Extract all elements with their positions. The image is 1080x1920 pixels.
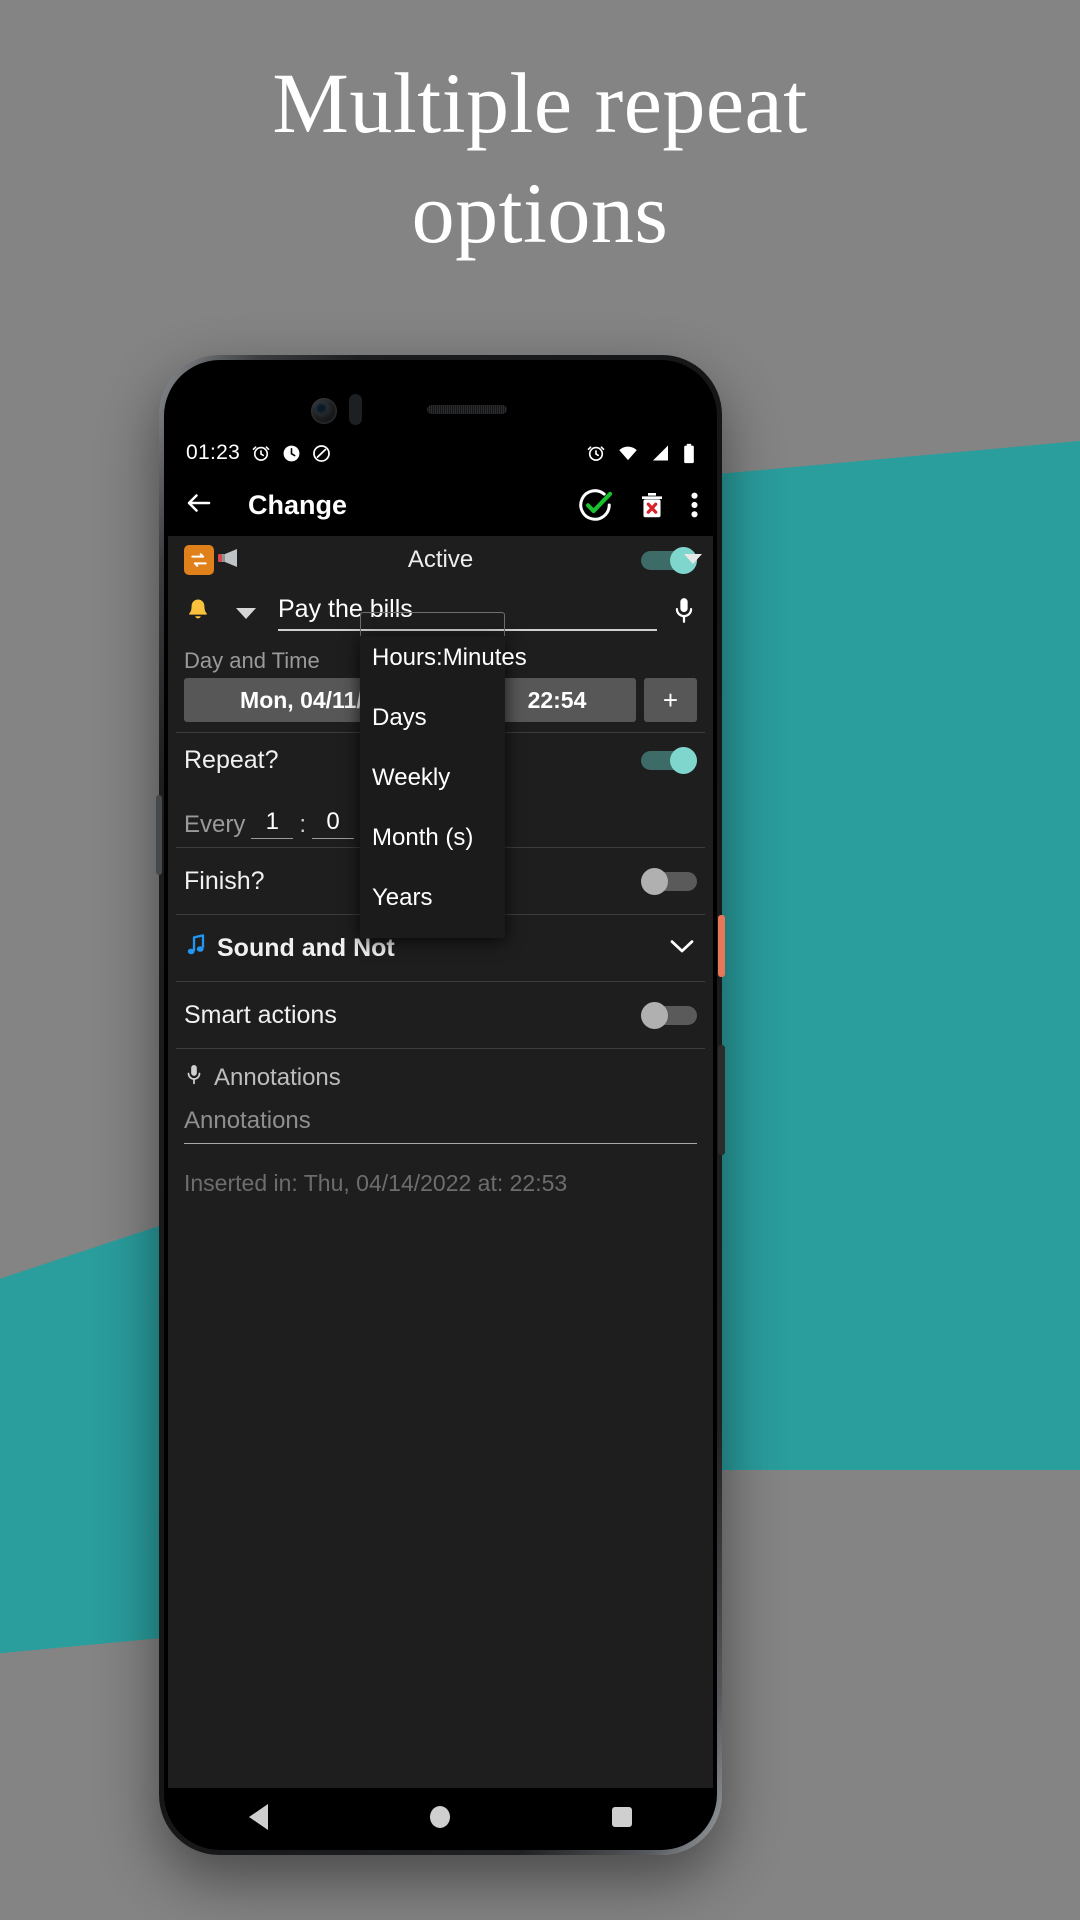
proximity-sensor-icon [349,394,362,425]
clock-icon [282,444,301,463]
battery-icon [682,443,696,464]
do-not-disturb-icon [312,444,331,463]
front-camera-lens-dot [316,403,327,414]
chevron-down-icon[interactable] [667,936,697,961]
inserted-timestamp: Inserted in: Thu, 04/14/2022 at: 22:53 [184,1170,568,1196]
dropdown-option-hours-minutes[interactable]: Hours:Minutes [360,640,527,688]
status-bar: 01:23 [168,432,713,474]
earpiece-speaker-icon [427,405,507,414]
smart-actions-label: Smart actions [184,1000,337,1029]
signal-icon [650,443,671,463]
microphone-icon[interactable] [184,1063,204,1094]
repeat-hours-input[interactable]: 1 [251,808,294,839]
android-navigation-bar [168,1788,713,1846]
smart-actions-row[interactable]: Smart actions [168,982,713,1048]
caret-down-icon [684,554,702,564]
repeat-unit-dropdown-menu[interactable]: Hours:Minutes Days Weekly Month (s) Year… [360,636,527,938]
annotations-input[interactable]: Annotations [184,1107,697,1144]
music-note-icon [184,932,208,965]
headline-line-2: options [411,165,669,262]
active-row: Active [168,536,713,584]
promo-headline: Multiple repeat options [0,48,1080,268]
finish-toggle[interactable] [641,868,697,895]
confirm-check-icon[interactable] [576,486,614,524]
finish-label: Finish? [184,866,265,895]
left-side-button[interactable] [156,795,162,875]
smart-actions-toggle[interactable] [641,1002,697,1029]
phone-mockup: 01:23 Change Active Pay the bills Day an… [156,355,725,1855]
status-bar-clock: 01:23 [186,441,241,464]
alarm-icon [251,443,271,463]
headline-line-1: Multiple repeat [272,55,808,151]
alarm-icon [586,443,606,463]
phone-screen: 01:23 Change Active Pay the bills Day an… [168,364,713,1846]
volume-button[interactable] [718,1045,725,1155]
page-title: Change [248,489,348,520]
repeat-icon [184,545,214,575]
edit-reminder-form: Active Pay the bills Day and Time Mon, 0… [168,536,713,1788]
microphone-icon[interactable] [671,596,697,631]
caret-down-icon[interactable] [236,607,256,619]
dropdown-option-weekly[interactable]: Weekly [360,748,505,808]
annotations-header-group: Annotations [184,1063,341,1094]
megaphone-icon [216,545,246,576]
active-label: Active [407,546,474,573]
annotations-placeholder: Annotations [184,1107,311,1134]
back-arrow-icon[interactable] [184,488,214,523]
app-toolbar: Change [168,474,713,536]
dropdown-option-years[interactable]: Years [360,868,505,928]
interval-separator: : [299,811,307,838]
power-button[interactable] [718,915,725,977]
nav-home-icon[interactable] [430,1806,450,1828]
annotations-header-row: Annotations [168,1049,713,1107]
dropdown-option-months[interactable]: Month (s) [360,808,505,868]
wifi-icon [617,443,639,463]
bell-icon[interactable] [184,596,212,631]
add-datetime-button[interactable]: + [644,678,697,722]
delete-trash-icon[interactable] [636,489,668,521]
repeat-minutes-input[interactable]: 0 [312,808,355,839]
dropdown-option-days[interactable]: Days [360,688,505,748]
nav-recents-icon[interactable] [612,1807,632,1827]
nav-back-icon[interactable] [249,1804,268,1830]
annotations-header-label: Annotations [214,1064,341,1091]
repeat-toggle[interactable] [641,747,697,774]
overflow-menu-icon[interactable] [690,489,699,521]
repeat-label: Repeat? [184,745,279,774]
phone-top-bezel [168,364,713,432]
every-label: Every [184,811,246,838]
